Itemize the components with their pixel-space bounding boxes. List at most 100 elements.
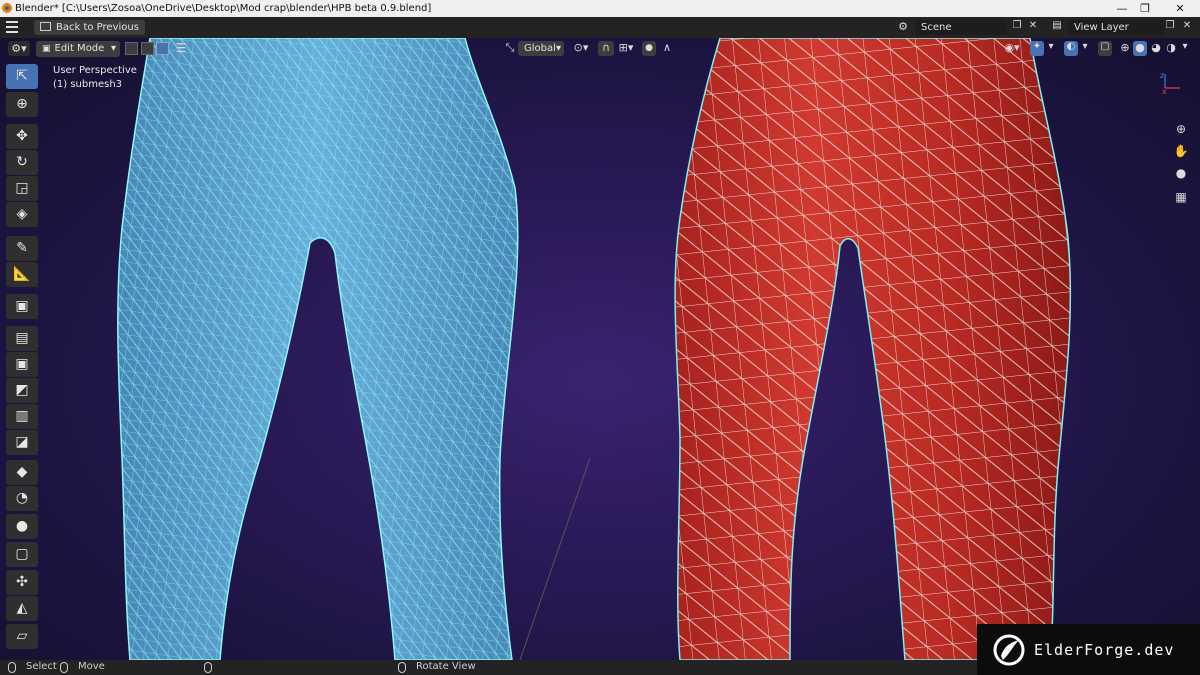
move-hint: Move xyxy=(78,661,105,672)
elderforge-logo-icon xyxy=(993,634,1025,666)
new-view-layer-icon[interactable]: ❐ xyxy=(1163,20,1177,31)
rip-region-icon: ▱ xyxy=(16,628,28,644)
select-box-icon: ⇱ xyxy=(16,68,28,84)
grid-view-icon[interactable]: ▦ xyxy=(1172,190,1190,204)
rotate-tool[interactable]: ↻ xyxy=(6,150,38,175)
orientation-dropdown[interactable]: Global ▾ xyxy=(518,41,564,56)
edge-slide-icon: ▢ xyxy=(15,546,29,562)
back-label: Back to Previous xyxy=(56,22,139,33)
middle-mouse-icon xyxy=(60,662,68,673)
bevel-tool[interactable]: ◩ xyxy=(6,378,38,403)
falloff-icon[interactable]: ∧ xyxy=(659,41,675,54)
left-mouse-icon xyxy=(8,662,16,673)
select-box-tool[interactable]: ⇱ xyxy=(6,64,38,89)
hamburger-icon[interactable] xyxy=(6,21,20,33)
editor-type-icon[interactable]: ⚙▾ xyxy=(8,41,30,56)
annotate-tool[interactable]: ✎ xyxy=(6,236,38,261)
remove-scene-icon[interactable]: ✕ xyxy=(1026,20,1040,31)
pivot-point-icon[interactable]: ⊙▾ xyxy=(570,41,592,54)
solid-shading-icon[interactable]: ● xyxy=(1133,41,1147,56)
extrude-tool[interactable]: ▤ xyxy=(6,326,38,351)
chevron-down-icon[interactable]: ▾ xyxy=(1180,41,1190,52)
left-legs-mesh xyxy=(117,38,519,660)
chevron-down-icon[interactable]: ▾ xyxy=(1080,41,1090,52)
transform-tool[interactable]: ◈ xyxy=(6,202,38,227)
new-scene-icon[interactable]: ❐ xyxy=(1010,20,1024,31)
snap-target-icon[interactable]: ⊞▾ xyxy=(615,41,637,54)
shear-tool[interactable]: ◭ xyxy=(6,596,38,621)
cursor-tool[interactable]: ⊕ xyxy=(6,92,38,117)
select-hint: Select xyxy=(26,661,57,672)
window-title-bar: Blender* [C:\Users\Zosoa\OneDrive\Deskto… xyxy=(0,0,1200,17)
spin-icon: ◔ xyxy=(15,490,29,506)
view-layer-field[interactable]: View Layer xyxy=(1068,20,1165,35)
pan-hand-icon[interactable]: ✋ xyxy=(1172,144,1190,158)
mode-dropdown[interactable]: ▣ Edit Mode ▾ xyxy=(36,41,120,57)
options-menu-icon[interactable]: ☰ xyxy=(174,41,188,55)
xray-icon[interactable]: ▢ xyxy=(1098,41,1112,56)
window-title: Blender* [C:\Users\Zosoa\OneDrive\Deskto… xyxy=(15,3,432,14)
wireframe-shading-icon[interactable]: ⊕ xyxy=(1118,41,1132,54)
transform-orientation-icon[interactable]: ⤡ xyxy=(503,41,517,55)
mode-label: Edit Mode xyxy=(54,43,105,54)
scene-field[interactable]: Scene xyxy=(915,20,1007,35)
rendered-shading-icon[interactable]: ◑ xyxy=(1164,41,1178,54)
camera-icon[interactable]: ● xyxy=(1172,166,1190,180)
inset-icon: ▣ xyxy=(15,356,29,372)
chevron-down-icon[interactable]: ▾ xyxy=(1046,41,1056,52)
gizmo-toggle-icon[interactable]: ✦ xyxy=(1030,41,1044,56)
material-shading-icon[interactable]: ◕ xyxy=(1149,41,1163,54)
close-button[interactable]: ✕ xyxy=(1165,1,1195,16)
scale-tool[interactable]: ◲ xyxy=(6,176,38,201)
remove-view-layer-icon[interactable]: ✕ xyxy=(1180,20,1194,31)
shrink-fatten-tool[interactable]: ✣ xyxy=(6,570,38,595)
edit-mode-icon: ▣ xyxy=(42,44,51,54)
zoom-icon[interactable]: ⊕ xyxy=(1172,122,1190,136)
annotate-icon: ✎ xyxy=(16,240,28,256)
edge-slide-tool[interactable]: ▢ xyxy=(6,542,38,567)
poly-build-tool[interactable]: ◆ xyxy=(6,460,38,485)
add-cube-icon: ▣ xyxy=(15,298,29,314)
object-info-label: (1) submesh3 xyxy=(53,79,123,90)
view-layer-icon[interactable]: ▤ xyxy=(1047,20,1067,31)
extrude-icon: ▤ xyxy=(15,330,29,346)
restore-button[interactable]: ❐ xyxy=(1130,1,1160,16)
svg-text:z: z xyxy=(1160,71,1164,80)
3d-viewport[interactable]: z x User Perspective (1) submesh3 ⊕ ✋ ● … xyxy=(0,38,1200,660)
smooth-tool[interactable]: ● xyxy=(6,514,38,539)
loop-cut-tool[interactable]: ▥ xyxy=(6,404,38,429)
add-cube-tool[interactable]: ▣ xyxy=(6,294,38,319)
inset-tool[interactable]: ▣ xyxy=(6,352,38,377)
loop-cut-icon: ▥ xyxy=(15,408,29,424)
face-select-icon[interactable] xyxy=(156,42,169,55)
poly-build-icon: ◆ xyxy=(16,464,28,480)
snap-icon[interactable]: ∩ xyxy=(598,41,614,56)
right-legs-mesh xyxy=(674,38,1072,660)
axis-gizmo[interactable]: z x xyxy=(1160,71,1180,96)
knife-tool[interactable]: ◪ xyxy=(6,430,38,455)
visibility-icon[interactable]: ◉▾ xyxy=(1000,41,1024,54)
top-header: Back to Previous ⚙ Scene ❐ ✕ ▤ View Laye… xyxy=(0,17,1200,39)
proportional-edit-icon[interactable]: ● xyxy=(642,41,656,56)
perspective-label: User Perspective xyxy=(53,65,137,76)
svg-text:x: x xyxy=(1162,87,1167,96)
cursor-icon: ⊕ xyxy=(16,96,28,112)
scene-icon[interactable]: ⚙ xyxy=(893,20,913,33)
shrink-fatten-icon: ✣ xyxy=(16,574,28,590)
rotate-icon: ↻ xyxy=(16,154,28,170)
back-to-previous-button[interactable]: Back to Previous xyxy=(34,20,145,35)
scale-icon: ◲ xyxy=(15,180,29,196)
smooth-icon: ● xyxy=(15,518,29,534)
measure-tool[interactable]: 📐 xyxy=(6,262,38,287)
rip-region-tool[interactable]: ▱ xyxy=(6,624,38,649)
overlays-icon[interactable]: ◐ xyxy=(1064,41,1078,56)
screen-icon xyxy=(40,22,51,31)
right-mouse-icon xyxy=(398,662,406,673)
move-icon: ✥ xyxy=(16,128,28,144)
watermark: ElderForge.dev xyxy=(977,624,1200,675)
orientation-label: Global xyxy=(524,43,556,54)
move-tool[interactable]: ✥ xyxy=(6,124,38,149)
edge-select-icon[interactable] xyxy=(141,42,154,55)
spin-tool[interactable]: ◔ xyxy=(6,486,38,511)
vertex-select-icon[interactable] xyxy=(125,42,138,55)
